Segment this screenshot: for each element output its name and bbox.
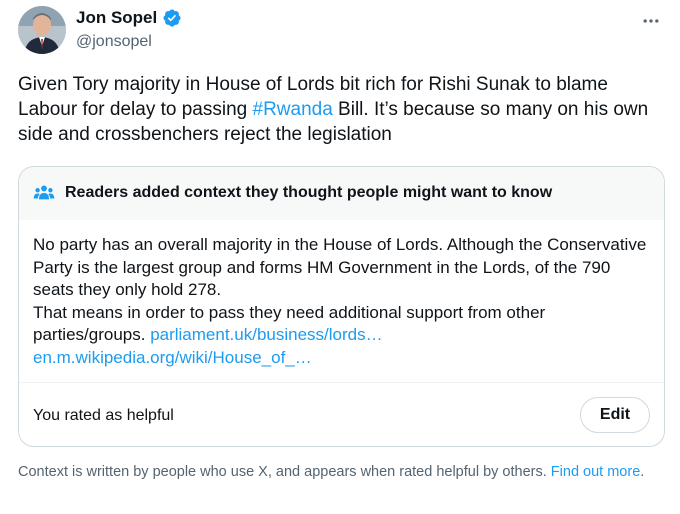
- verified-badge-icon[interactable]: [162, 8, 182, 28]
- avatar[interactable]: [18, 6, 66, 54]
- author-name[interactable]: Jon Sopel: [76, 8, 157, 28]
- source-link-parliament[interactable]: parliament.uk/business/lords…: [150, 325, 382, 344]
- author-handle[interactable]: @jonsopel: [76, 33, 152, 51]
- community-note: Readers added context they thought peopl…: [18, 166, 665, 447]
- edit-rating-button[interactable]: Edit: [580, 397, 650, 433]
- people-icon: [33, 182, 55, 204]
- rated-helpful-status: You rated as helpful: [33, 407, 174, 424]
- community-note-title: Readers added context they thought peopl…: [65, 184, 553, 201]
- profile-photo-icon: [18, 6, 66, 54]
- footer-text: Context is written by people who use X, …: [18, 464, 551, 480]
- footer-period: .: [640, 464, 645, 480]
- more-dots-icon: [643, 19, 659, 23]
- tweet-text: Given Tory majority in House of Lords bi…: [18, 72, 658, 147]
- note-paragraph-1: No party has an overall majority in the …: [33, 235, 647, 299]
- find-out-more-link[interactable]: Find out more: [551, 464, 640, 480]
- note-divider: [19, 382, 664, 383]
- author-name-row: Jon Sopel: [76, 8, 182, 28]
- note-footer: Context is written by people who use X, …: [18, 462, 658, 482]
- note-paragraph-2: That means in order to pass they need ad…: [33, 302, 650, 347]
- source-link-wikipedia[interactable]: en.m.wikipedia.org/wiki/House_of_…: [33, 348, 312, 367]
- community-note-body: No party has an overall majority in the …: [19, 220, 664, 369]
- community-note-header: Readers added context they thought peopl…: [19, 167, 664, 220]
- more-options-button[interactable]: [634, 4, 668, 38]
- note-link-row: en.m.wikipedia.org/wiki/House_of_…: [33, 347, 650, 370]
- hashtag-link[interactable]: #Rwanda: [253, 99, 333, 120]
